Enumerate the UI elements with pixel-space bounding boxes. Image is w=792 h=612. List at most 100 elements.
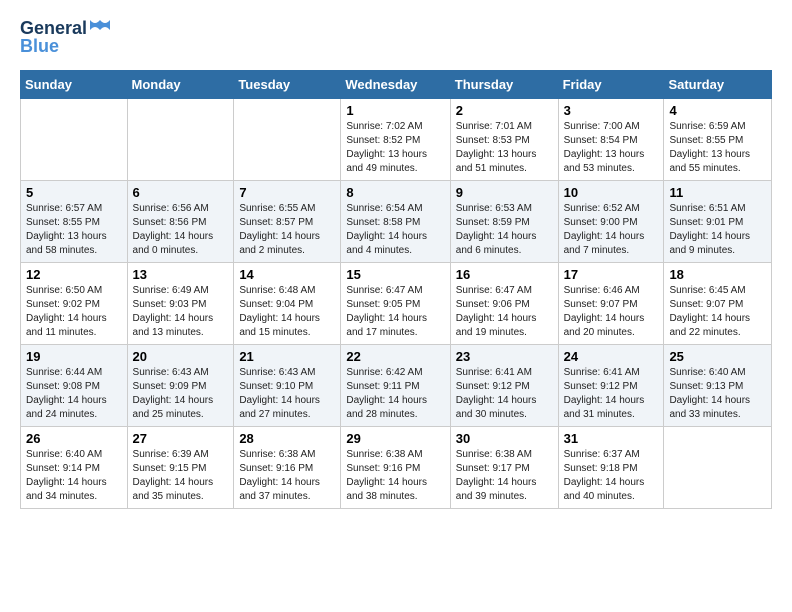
daylight-line: and 30 minutes. <box>456 408 553 422</box>
calendar-cell: 16Sunrise: 6:47 AMSunset: 9:06 PMDayligh… <box>450 263 558 345</box>
calendar-cell: 13 Sunrise: 6:49 AMSunset: 9:03 PMDayligh… <box>127 263 234 345</box>
daylight-line: and 24 minutes. <box>26 408 122 422</box>
sunset-line: Sunset: 9:12 PM <box>456 380 553 394</box>
day-number: 9 <box>456 185 553 200</box>
daylight-line: and 20 minutes. <box>564 326 659 340</box>
sunrise-line: Sunrise: 6:40 AM <box>26 448 122 462</box>
sunset-line: Sunset: 9:02 PM <box>26 298 122 312</box>
weekday-thursday: Thursday <box>450 71 558 99</box>
daylight-line: and 55 minutes. <box>669 162 766 176</box>
day-info: Sunrise: 6:50 AMSunset: 9:02 PMDaylight:… <box>26 284 122 340</box>
daylight-line: Daylight: 14 hours <box>564 476 659 490</box>
sunrise-line: Sunrise: 7:00 AM <box>564 120 659 134</box>
day-number: 15 <box>346 267 444 282</box>
calendar-cell: 7Sunrise: 6:55 AMSunset: 8:57 PMDaylight… <box>234 181 341 263</box>
calendar-cell <box>664 427 772 509</box>
weekday-tuesday: Tuesday <box>234 71 341 99</box>
daylight-line: and 40 minutes. <box>564 490 659 504</box>
page: GeneralBlue SundayMondayTuesdayWednesday… <box>0 0 792 525</box>
sunset-line: Sunset: 8:55 PM <box>26 216 122 230</box>
day-info: Sunrise: 6:51 AMSunset: 9:01 PMDaylight:… <box>669 202 766 258</box>
daylight-line: Daylight: 13 hours <box>456 148 553 162</box>
calendar-cell: 14Sunrise: 6:48 AMSunset: 9:04 PMDayligh… <box>234 263 341 345</box>
daylight-line: and 0 minutes. <box>133 244 229 258</box>
sunrise-line: Sunrise: 6:48 AM <box>239 284 335 298</box>
day-number: 10 <box>564 185 659 200</box>
day-info: Sunrise: 6:55 AMSunset: 8:57 PMDaylight:… <box>239 202 335 258</box>
daylight-line: and 58 minutes. <box>26 244 122 258</box>
calendar-cell: 22Sunrise: 6:42 AMSunset: 9:11 PMDayligh… <box>341 345 450 427</box>
day-info: Sunrise: 6:38 AMSunset: 9:17 PMDaylight:… <box>456 448 553 504</box>
daylight-line: Daylight: 13 hours <box>346 148 444 162</box>
daylight-line: and 27 minutes. <box>239 408 335 422</box>
calendar-cell: 17 Sunrise: 6:46 AMSunset: 9:07 PMDayligh… <box>558 263 664 345</box>
daylight-line: Daylight: 14 hours <box>346 476 444 490</box>
day-info: Sunrise: 6:48 AMSunset: 9:04 PMDaylight:… <box>239 284 335 340</box>
day-number: 4 <box>669 103 766 118</box>
calendar-cell <box>127 99 234 181</box>
sunrise-line: Sunrise: 6:39 AM <box>133 448 229 462</box>
sunrise-line: Sunrise: 6:43 AM <box>133 366 229 380</box>
day-info: Sunrise: 6:37 AMSunset: 9:18 PMDaylight:… <box>564 448 659 504</box>
day-number: 12 <box>26 267 122 282</box>
sunrise-line: Sunrise: 6:38 AM <box>239 448 335 462</box>
calendar-cell: 5 Sunrise: 6:57 AMSunset: 8:55 PMDaylight… <box>21 181 128 263</box>
sunset-line: Sunset: 9:12 PM <box>564 380 659 394</box>
sunset-line: Sunset: 9:04 PM <box>239 298 335 312</box>
daylight-line: Daylight: 14 hours <box>669 312 766 326</box>
day-info: Sunrise: 7:01 AMSunset: 8:53 PMDaylight:… <box>456 120 553 176</box>
sunrise-line: Sunrise: 7:02 AM <box>346 120 444 134</box>
day-info: Sunrise: 6:43 AMSunset: 9:09 PMDaylight:… <box>133 366 229 422</box>
daylight-line: Daylight: 14 hours <box>239 230 335 244</box>
daylight-line: and 7 minutes. <box>564 244 659 258</box>
daylight-line: and 51 minutes. <box>456 162 553 176</box>
day-info: Sunrise: 6:46 AMSunset: 9:07 PMDaylight:… <box>564 284 659 340</box>
day-number: 26 <box>26 431 122 446</box>
day-info: Sunrise: 6:39 AMSunset: 9:15 PMDaylight:… <box>133 448 229 504</box>
sunset-line: Sunset: 8:54 PM <box>564 134 659 148</box>
day-info: Sunrise: 6:49 AMSunset: 9:03 PMDaylight:… <box>133 284 229 340</box>
day-number: 16 <box>456 267 553 282</box>
daylight-line: Daylight: 13 hours <box>669 148 766 162</box>
day-number: 21 <box>239 349 335 364</box>
sunrise-line: Sunrise: 6:54 AM <box>346 202 444 216</box>
sunset-line: Sunset: 8:52 PM <box>346 134 444 148</box>
sunset-line: Sunset: 9:00 PM <box>564 216 659 230</box>
sunset-line: Sunset: 9:05 PM <box>346 298 444 312</box>
calendar-week-5: 26Sunrise: 6:40 AMSunset: 9:14 PMDayligh… <box>21 427 772 509</box>
day-info: Sunrise: 6:56 AMSunset: 8:56 PMDaylight:… <box>133 202 229 258</box>
day-info: Sunrise: 6:57 AMSunset: 8:55 PMDaylight:… <box>26 202 122 258</box>
sunset-line: Sunset: 9:07 PM <box>669 298 766 312</box>
sunrise-line: Sunrise: 6:41 AM <box>564 366 659 380</box>
daylight-line: and 28 minutes. <box>346 408 444 422</box>
calendar-cell: 20Sunrise: 6:43 AMSunset: 9:09 PMDayligh… <box>127 345 234 427</box>
sunset-line: Sunset: 9:16 PM <box>346 462 444 476</box>
daylight-line: Daylight: 14 hours <box>456 312 553 326</box>
daylight-line: and 15 minutes. <box>239 326 335 340</box>
day-number: 11 <box>669 185 766 200</box>
sunset-line: Sunset: 9:16 PM <box>239 462 335 476</box>
day-info: Sunrise: 6:40 AMSunset: 9:13 PMDaylight:… <box>669 366 766 422</box>
day-info: Sunrise: 6:41 AMSunset: 9:12 PMDaylight:… <box>564 366 659 422</box>
daylight-line: and 38 minutes. <box>346 490 444 504</box>
day-info: Sunrise: 6:53 AMSunset: 8:59 PMDaylight:… <box>456 202 553 258</box>
calendar-cell: 6Sunrise: 6:56 AMSunset: 8:56 PMDaylight… <box>127 181 234 263</box>
sunrise-line: Sunrise: 6:50 AM <box>26 284 122 298</box>
day-number: 13 <box>133 267 229 282</box>
daylight-line: Daylight: 14 hours <box>346 394 444 408</box>
day-number: 2 <box>456 103 553 118</box>
daylight-line: and 11 minutes. <box>26 326 122 340</box>
sunrise-line: Sunrise: 6:49 AM <box>133 284 229 298</box>
day-number: 17 <box>564 267 659 282</box>
sunset-line: Sunset: 9:01 PM <box>669 216 766 230</box>
daylight-line: Daylight: 14 hours <box>26 312 122 326</box>
weekday-sunday: Sunday <box>21 71 128 99</box>
sunset-line: Sunset: 8:55 PM <box>669 134 766 148</box>
daylight-line: Daylight: 14 hours <box>26 476 122 490</box>
day-info: Sunrise: 6:59 AMSunset: 8:55 PMDaylight:… <box>669 120 766 176</box>
day-info: Sunrise: 6:38 AMSunset: 9:16 PMDaylight:… <box>346 448 444 504</box>
calendar-week-1: 1Sunrise: 7:02 AMSunset: 8:52 PMDaylight… <box>21 99 772 181</box>
day-number: 5 <box>26 185 122 200</box>
sunset-line: Sunset: 9:07 PM <box>564 298 659 312</box>
weekday-header-row: SundayMondayTuesdayWednesdayThursdayFrid… <box>21 71 772 99</box>
